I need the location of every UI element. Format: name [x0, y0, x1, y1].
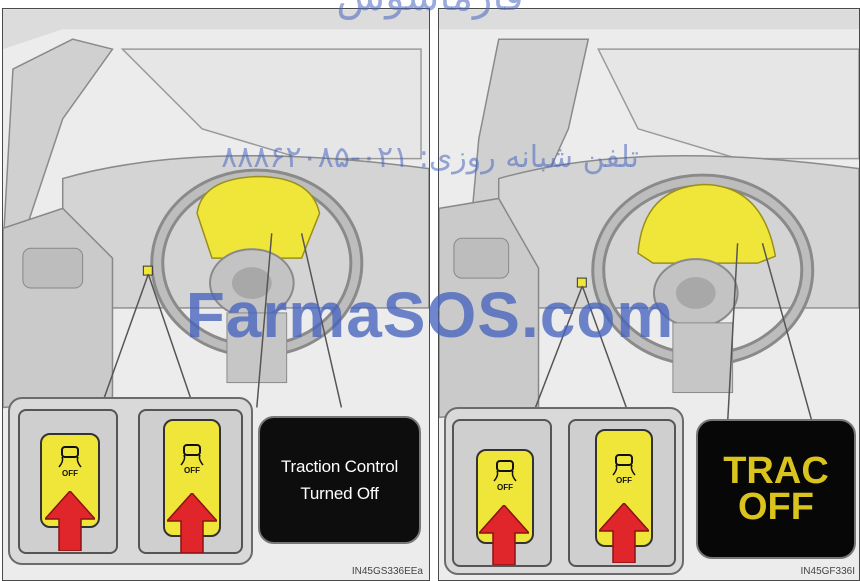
switch-location-marker: [576, 277, 587, 288]
button-label: OFF: [184, 466, 200, 475]
display-message-line-1: TRAC: [723, 450, 829, 492]
button-label: OFF: [62, 469, 78, 478]
press-arrow-icon: [599, 503, 649, 563]
button-callout-box: OFF OFF: [444, 407, 684, 575]
display-message-line-2: OFF: [738, 486, 814, 528]
figure-code: IN45GS336EEa: [351, 566, 423, 577]
press-arrow-icon: [479, 505, 529, 565]
display-message-line-1: Traction Control: [280, 457, 399, 476]
right-illustration-panel: OFF OFF TRAC OFF IN45GF336I: [438, 8, 860, 581]
button-slot-right: OFF: [138, 409, 243, 554]
switch-location-marker: [142, 265, 153, 276]
press-arrow-icon: [45, 491, 95, 551]
meter-highlight: [196, 175, 321, 259]
button-label: OFF: [497, 483, 513, 492]
display-message-line-2: Turned Off: [300, 484, 379, 503]
button-label: OFF: [616, 476, 632, 485]
figure-code: IN45GF336I: [800, 566, 855, 577]
multi-info-display: Traction Control Turned Off: [258, 416, 421, 544]
button-slot-right: OFF: [568, 419, 676, 567]
button-callout-box: OFF OFF: [8, 397, 253, 565]
button-slot-left: OFF: [18, 409, 118, 554]
button-slot-left: OFF: [452, 419, 552, 567]
press-arrow-icon: [167, 493, 217, 553]
left-illustration-panel: OFF OFF Traction Control Turned Off IN45…: [2, 8, 430, 581]
multi-info-display: TRAC OFF: [696, 419, 856, 559]
